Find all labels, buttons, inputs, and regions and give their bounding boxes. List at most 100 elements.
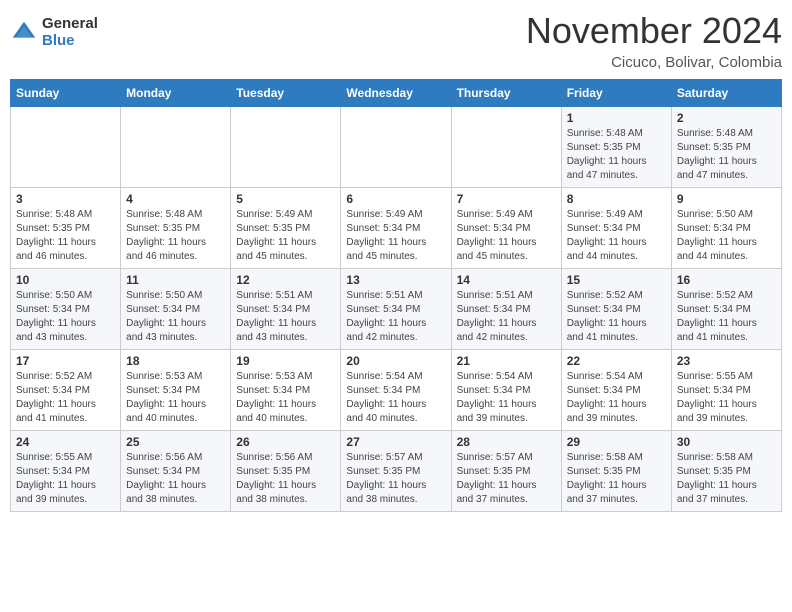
cell-content: Sunrise: 5:48 AM Sunset: 5:35 PM Dayligh…	[16, 208, 115, 264]
day-number: 18	[126, 354, 225, 368]
logo-line1: General	[42, 16, 98, 33]
title-block: November 2024 Cicuco, Bolivar, Colombia	[526, 10, 782, 71]
cell-content: Sunrise: 5:53 AM Sunset: 5:34 PM Dayligh…	[236, 370, 335, 426]
calendar-cell	[341, 107, 451, 188]
calendar-cell: 15 Sunrise: 5:52 AM Sunset: 5:34 PM Dayli…	[561, 269, 671, 350]
cell-content: Sunrise: 5:58 AM Sunset: 5:35 PM Dayligh…	[677, 451, 776, 507]
calendar-cell: 20Sunrise: 5:54 AM Sunset: 5:34 PM Dayli…	[341, 350, 451, 431]
day-number: 21	[457, 354, 556, 368]
calendar-cell: 2Sunrise: 5:48 AM Sunset: 5:35 PM Daylig…	[671, 107, 781, 188]
calendar-cell	[11, 107, 121, 188]
day-number: 16	[677, 273, 776, 287]
cell-content: Sunrise: 5:54 AM Sunset: 5:34 PM Dayligh…	[567, 370, 666, 426]
logo-line2: Blue	[42, 33, 98, 50]
day-number: 15	[567, 273, 666, 287]
calendar-cell: 4 Sunrise: 5:48 AM Sunset: 5:35 PM Daylig…	[121, 188, 231, 269]
calendar-cell: 22 Sunrise: 5:54 AM Sunset: 5:34 PM Dayli…	[561, 350, 671, 431]
calendar-cell: 18 Sunrise: 5:53 AM Sunset: 5:34 PM Dayli…	[121, 350, 231, 431]
calendar-cell: 23Sunrise: 5:55 AM Sunset: 5:34 PM Dayli…	[671, 350, 781, 431]
day-header-thursday: Thursday	[451, 80, 561, 107]
calendar-cell: 30 Sunrise: 5:58 AM Sunset: 5:35 PM Dayli…	[671, 431, 781, 512]
cell-content: Sunrise: 5:56 AM Sunset: 5:34 PM Dayligh…	[126, 451, 225, 507]
cell-content: Sunrise: 5:58 AM Sunset: 5:35 PM Dayligh…	[567, 451, 666, 507]
cell-content: Sunrise: 5:49 AM Sunset: 5:34 PM Dayligh…	[346, 208, 445, 264]
calendar-cell: 26 Sunrise: 5:56 AM Sunset: 5:35 PM Dayli…	[231, 431, 341, 512]
calendar-cell: 8 Sunrise: 5:49 AM Sunset: 5:34 PM Daylig…	[561, 188, 671, 269]
calendar-cell: 3Sunrise: 5:48 AM Sunset: 5:35 PM Daylig…	[11, 188, 121, 269]
calendar-cell: 14Sunrise: 5:51 AM Sunset: 5:34 PM Dayli…	[451, 269, 561, 350]
day-number: 27	[346, 435, 445, 449]
cell-content: Sunrise: 5:57 AM Sunset: 5:35 PM Dayligh…	[457, 451, 556, 507]
calendar-cell: 21 Sunrise: 5:54 AM Sunset: 5:34 PM Dayli…	[451, 350, 561, 431]
cell-content: Sunrise: 5:52 AM Sunset: 5:34 PM Dayligh…	[16, 370, 115, 426]
cell-content: Sunrise: 5:54 AM Sunset: 5:34 PM Dayligh…	[346, 370, 445, 426]
day-header-monday: Monday	[121, 80, 231, 107]
calendar-cell: 28 Sunrise: 5:57 AM Sunset: 5:35 PM Dayli…	[451, 431, 561, 512]
calendar-cell: 25 Sunrise: 5:56 AM Sunset: 5:34 PM Dayli…	[121, 431, 231, 512]
logo-icon	[10, 19, 38, 47]
day-header-wednesday: Wednesday	[341, 80, 451, 107]
cell-content: Sunrise: 5:57 AM Sunset: 5:35 PM Dayligh…	[346, 451, 445, 507]
day-number: 8	[567, 192, 666, 206]
calendar-cell: 24 Sunrise: 5:55 AM Sunset: 5:34 PM Dayli…	[11, 431, 121, 512]
month-title: November 2024	[526, 10, 782, 52]
cell-content: Sunrise: 5:49 AM Sunset: 5:34 PM Dayligh…	[567, 208, 666, 264]
cell-content: Sunrise: 5:53 AM Sunset: 5:34 PM Dayligh…	[126, 370, 225, 426]
calendar-cell: 11 Sunrise: 5:50 AM Sunset: 5:34 PM Dayli…	[121, 269, 231, 350]
day-number: 13	[346, 273, 445, 287]
cell-content: Sunrise: 5:56 AM Sunset: 5:35 PM Dayligh…	[236, 451, 335, 507]
cell-content: Sunrise: 5:51 AM Sunset: 5:34 PM Dayligh…	[346, 289, 445, 345]
cell-content: Sunrise: 5:48 AM Sunset: 5:35 PM Dayligh…	[677, 127, 776, 183]
day-number: 25	[126, 435, 225, 449]
cell-content: Sunrise: 5:49 AM Sunset: 5:35 PM Dayligh…	[236, 208, 335, 264]
week-row-3: 10Sunrise: 5:50 AM Sunset: 5:34 PM Dayli…	[11, 269, 782, 350]
calendar-header: SundayMondayTuesdayWednesdayThursdayFrid…	[11, 80, 782, 107]
calendar-cell: 6 Sunrise: 5:49 AM Sunset: 5:34 PM Daylig…	[341, 188, 451, 269]
calendar-body: 1Sunrise: 5:48 AM Sunset: 5:35 PM Daylig…	[11, 107, 782, 512]
cell-content: Sunrise: 5:52 AM Sunset: 5:34 PM Dayligh…	[567, 289, 666, 345]
cell-content: Sunrise: 5:48 AM Sunset: 5:35 PM Dayligh…	[126, 208, 225, 264]
calendar-cell: 27 Sunrise: 5:57 AM Sunset: 5:35 PM Dayli…	[341, 431, 451, 512]
day-number: 9	[677, 192, 776, 206]
day-number: 28	[457, 435, 556, 449]
day-header-friday: Friday	[561, 80, 671, 107]
calendar-cell: 1Sunrise: 5:48 AM Sunset: 5:35 PM Daylig…	[561, 107, 671, 188]
calendar-cell	[451, 107, 561, 188]
day-number: 11	[126, 273, 225, 287]
calendar-cell: 16Sunrise: 5:52 AM Sunset: 5:34 PM Dayli…	[671, 269, 781, 350]
day-number: 12	[236, 273, 335, 287]
day-number: 17	[16, 354, 115, 368]
week-row-5: 24 Sunrise: 5:55 AM Sunset: 5:34 PM Dayli…	[11, 431, 782, 512]
day-number: 24	[16, 435, 115, 449]
calendar-table: SundayMondayTuesdayWednesdayThursdayFrid…	[10, 79, 782, 512]
day-number: 5	[236, 192, 335, 206]
calendar-cell: 9Sunrise: 5:50 AM Sunset: 5:34 PM Daylig…	[671, 188, 781, 269]
day-number: 29	[567, 435, 666, 449]
day-header-saturday: Saturday	[671, 80, 781, 107]
day-header-sunday: Sunday	[11, 80, 121, 107]
cell-content: Sunrise: 5:50 AM Sunset: 5:34 PM Dayligh…	[16, 289, 115, 345]
calendar-cell	[231, 107, 341, 188]
cell-content: Sunrise: 5:55 AM Sunset: 5:34 PM Dayligh…	[677, 370, 776, 426]
cell-content: Sunrise: 5:49 AM Sunset: 5:34 PM Dayligh…	[457, 208, 556, 264]
day-header-tuesday: Tuesday	[231, 80, 341, 107]
cell-content: Sunrise: 5:55 AM Sunset: 5:34 PM Dayligh…	[16, 451, 115, 507]
page-header: General Blue November 2024 Cicuco, Boliv…	[10, 10, 782, 71]
day-number: 30	[677, 435, 776, 449]
week-row-2: 3Sunrise: 5:48 AM Sunset: 5:35 PM Daylig…	[11, 188, 782, 269]
calendar-cell: 19 Sunrise: 5:53 AM Sunset: 5:34 PM Dayli…	[231, 350, 341, 431]
cell-content: Sunrise: 5:50 AM Sunset: 5:34 PM Dayligh…	[126, 289, 225, 345]
calendar-cell	[121, 107, 231, 188]
cell-content: Sunrise: 5:48 AM Sunset: 5:35 PM Dayligh…	[567, 127, 666, 183]
day-number: 22	[567, 354, 666, 368]
day-number: 19	[236, 354, 335, 368]
cell-content: Sunrise: 5:51 AM Sunset: 5:34 PM Dayligh…	[236, 289, 335, 345]
calendar-cell: 7Sunrise: 5:49 AM Sunset: 5:34 PM Daylig…	[451, 188, 561, 269]
logo-text: General Blue	[42, 16, 98, 49]
day-number: 26	[236, 435, 335, 449]
cell-content: Sunrise: 5:54 AM Sunset: 5:34 PM Dayligh…	[457, 370, 556, 426]
header-row: SundayMondayTuesdayWednesdayThursdayFrid…	[11, 80, 782, 107]
day-number: 6	[346, 192, 445, 206]
week-row-4: 17 Sunrise: 5:52 AM Sunset: 5:34 PM Dayli…	[11, 350, 782, 431]
day-number: 4	[126, 192, 225, 206]
